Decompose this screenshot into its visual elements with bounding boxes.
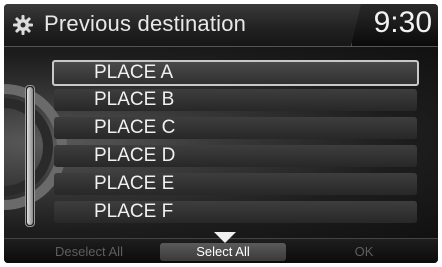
list-item-label: PLACE E [94,173,175,194]
page-title: Previous destination [44,11,247,36]
list-panel: PLACE A PLACE B PLACE C PLACE D PLACE E … [4,47,438,238]
clock-panel: 9:30 [351,4,438,46]
list-item[interactable]: PLACE B [54,89,417,111]
list-item[interactable]: PLACE A [52,60,419,86]
list-item-label: PLACE A [94,62,174,83]
list-item-label: PLACE C [94,117,176,138]
gear-icon [13,15,33,35]
list-item-label: PLACE F [94,201,174,222]
scrollbar[interactable] [25,85,35,227]
navigation-screen: Previous destination 9:30 PLACE A PLACE … [4,4,438,263]
list-item-label: PLACE D [94,145,176,166]
list-item[interactable]: PLACE D [54,145,417,167]
list-item[interactable]: PLACE C [54,117,417,139]
title-bar: Previous destination 9:30 [4,4,438,47]
select-all-button[interactable]: Select All [160,243,286,261]
list-item[interactable]: PLACE F [54,201,417,223]
deselect-all-button[interactable]: Deselect All [34,243,144,261]
scroll-down-arrow-icon[interactable] [214,232,236,243]
clock: 9:30 [373,6,432,39]
ok-button[interactable]: OK [344,243,384,261]
scrollbar-thumb[interactable] [27,87,33,225]
list-item[interactable]: PLACE E [54,173,417,195]
list-item-label: PLACE B [94,89,175,110]
